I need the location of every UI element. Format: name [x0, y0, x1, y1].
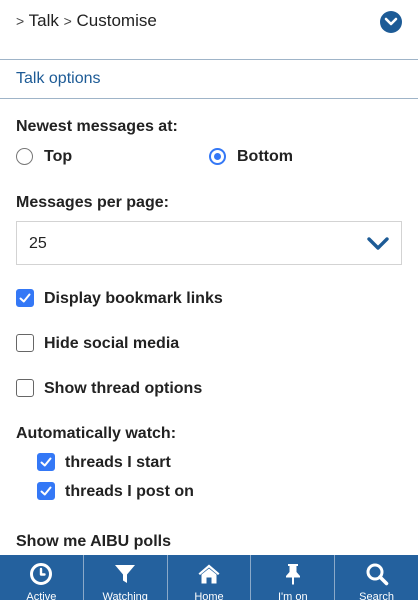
breadcrumb-item-talk[interactable]: Talk — [29, 11, 59, 30]
clock-icon — [30, 563, 53, 585]
nav-active-label: Active — [26, 591, 57, 600]
nav-home-label: Home — [194, 591, 224, 600]
watch-threads-i-start-label[interactable]: threads I start — [65, 454, 171, 472]
check-icon — [19, 293, 31, 303]
nav-im-on-label: I'm on — [277, 591, 308, 600]
breadcrumb: > Talk > Customise — [0, 0, 418, 60]
chevron-down-icon — [384, 17, 398, 26]
nav-im-on-button[interactable]: I'm on — [250, 555, 334, 600]
watch-threads-i-start-checkbox[interactable] — [37, 453, 55, 471]
check-icon — [40, 486, 52, 496]
nav-search-label: Search — [359, 591, 395, 600]
messages-per-page-select[interactable]: 25 — [16, 221, 402, 265]
hide-social-media-checkbox[interactable] — [16, 334, 34, 352]
search-icon — [366, 563, 388, 586]
check-icon — [40, 457, 52, 467]
breadcrumb-trail: > Talk > Customise — [16, 11, 157, 31]
breadcrumb-separator: > — [16, 13, 25, 29]
show-thread-options-checkbox[interactable] — [16, 379, 34, 397]
filter-icon — [115, 565, 136, 583]
select-value: 25 — [29, 235, 47, 252]
messages-per-page-label: Messages per page: — [16, 194, 169, 211]
show-aibu-polls-label: Show me AIBU polls — [16, 533, 171, 550]
radio-top[interactable] — [16, 148, 33, 165]
radio-bottom-label[interactable]: Bottom — [237, 148, 293, 166]
breadcrumb-separator: > — [63, 13, 72, 29]
nav-home-button[interactable]: Home — [166, 555, 251, 600]
automatically-watch-label: Automatically watch: — [16, 425, 177, 442]
newest-messages-label: Newest messages at: — [16, 118, 178, 135]
bottom-navigation: Active Watching Home I'm on Search — [0, 555, 418, 600]
nav-watching-label: Watching — [102, 591, 148, 600]
watch-threads-i-post-on-checkbox[interactable] — [37, 482, 55, 500]
display-bookmark-links-label[interactable]: Display bookmark links — [44, 290, 223, 308]
nav-active-button[interactable]: Active — [0, 555, 83, 600]
nav-watching-button[interactable]: Watching — [82, 555, 167, 600]
breadcrumb-item-customise[interactable]: Customise — [77, 11, 157, 30]
display-bookmark-links-checkbox[interactable] — [16, 289, 34, 307]
divider — [0, 98, 418, 99]
show-thread-options-label[interactable]: Show thread options — [44, 380, 202, 398]
section-title: Talk options — [16, 70, 101, 87]
radio-top-label[interactable]: Top — [44, 148, 72, 166]
chevron-down-icon — [367, 237, 389, 250]
watch-threads-i-post-on-label[interactable]: threads I post on — [65, 483, 194, 501]
home-icon — [198, 564, 220, 584]
pin-icon — [285, 564, 300, 585]
radio-bottom[interactable] — [209, 148, 226, 165]
breadcrumb-expand-button[interactable] — [380, 11, 402, 33]
nav-search-button[interactable]: Search — [334, 555, 418, 600]
hide-social-media-label[interactable]: Hide social media — [44, 335, 179, 353]
